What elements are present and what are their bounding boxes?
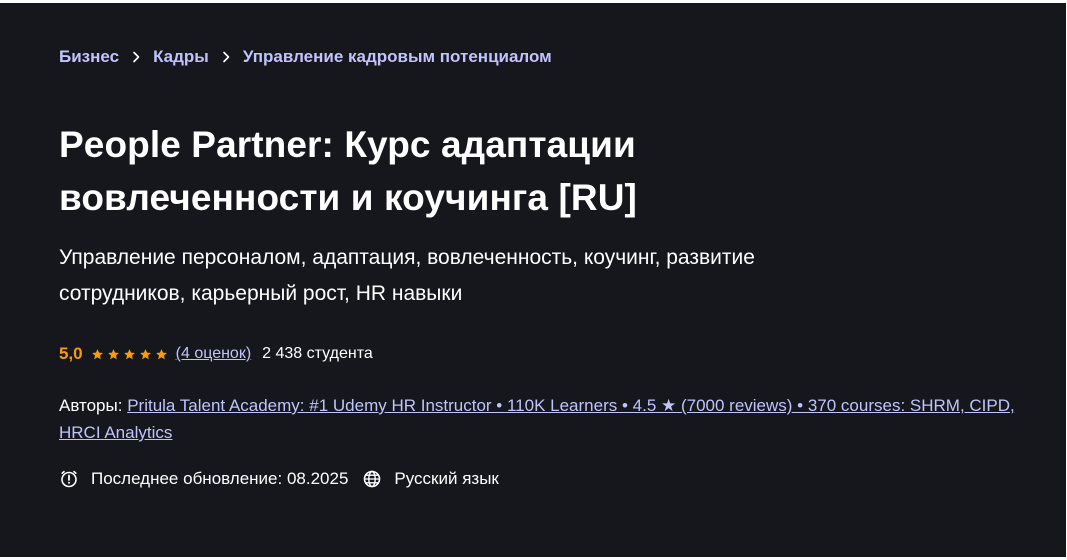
course-header: Бизнес Кадры Управление кадровым потенци… [0, 0, 1066, 557]
star-rating [91, 348, 168, 361]
authors-label: Авторы: [59, 396, 123, 415]
chevron-right-icon [209, 47, 243, 67]
star-icon [139, 348, 151, 359]
star-icon [155, 348, 167, 359]
course-title-line-1: People Partner: Курс адаптации [59, 124, 636, 165]
star-icon [91, 348, 103, 359]
last-update: Последнее обновление: 08.2025 [91, 469, 349, 488]
alert-clock-icon [59, 469, 79, 489]
course-subtitle: Управление персоналом, адаптация, вовлеч… [59, 240, 919, 312]
breadcrumb-item-hr[interactable]: Кадры [153, 47, 209, 67]
course-language: Русский язык [394, 469, 499, 488]
star-icon [107, 348, 119, 359]
author-link[interactable]: Pritula Talent Academy: #1 Udemy HR Inst… [59, 396, 1015, 442]
breadcrumb: Бизнес Кадры Управление кадровым потенци… [59, 47, 552, 67]
students-count: 2 438 студента [262, 345, 373, 362]
course-subtitle-line-2: сотрудников, карьерный рост, HR навыки [59, 282, 463, 305]
course-title-line-2: вовлеченности и коучинга [RU] [59, 177, 637, 218]
authors: Авторы: Pritula Talent Academy: #1 Udemy… [59, 392, 1019, 446]
course-title: People Partner: Курс адаптации вовлеченн… [59, 118, 819, 224]
globe-icon [362, 469, 382, 489]
course-meta: Последнее обновление: 08.2025 Русский яз… [59, 469, 499, 489]
star-icon [123, 348, 135, 359]
chevron-right-icon [119, 47, 153, 67]
rating-score: 5,0 [59, 344, 83, 363]
rating-row: 5,0 (4 оценок) 2 438 студента [59, 344, 373, 364]
breadcrumb-item-business[interactable]: Бизнес [59, 47, 119, 67]
course-subtitle-line-1: Управление персоналом, адаптация, вовлеч… [59, 246, 755, 269]
breadcrumb-item-talent-management[interactable]: Управление кадровым потенциалом [243, 47, 552, 67]
ratings-count-link[interactable]: (4 оценок) [176, 345, 252, 363]
